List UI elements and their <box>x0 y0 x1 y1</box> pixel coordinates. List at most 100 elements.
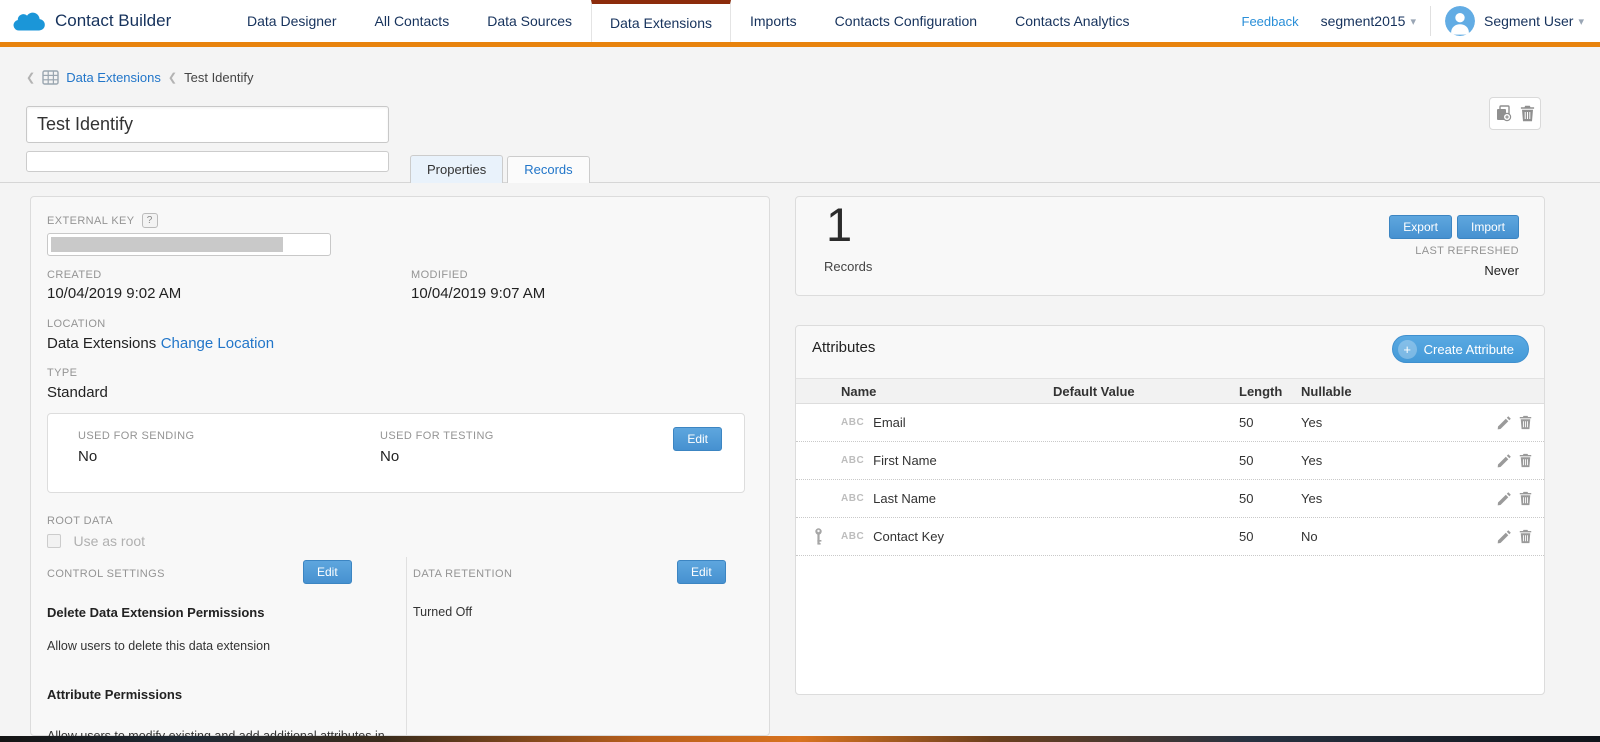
edit-attribute-button[interactable] <box>1497 529 1511 544</box>
modified-value: 10/04/2019 9:07 AM <box>411 285 545 302</box>
control-settings-edit-button[interactable]: Edit <box>303 560 352 584</box>
modified-label: MODIFIED <box>411 269 468 281</box>
account-menu[interactable]: segment2015 <box>1321 13 1406 29</box>
root-data-label: ROOT DATA <box>47 515 113 527</box>
breadcrumb-data-extensions-link[interactable]: Data Extensions <box>66 70 161 85</box>
user-avatar[interactable] <box>1445 6 1475 36</box>
text-type-icon: ABC <box>841 493 864 504</box>
feedback-link[interactable]: Feedback <box>1242 14 1299 29</box>
attribute-row[interactable]: ABC Contact Key 50 No <box>796 518 1544 556</box>
view-tabs: Properties Records <box>410 155 590 183</box>
data-retention-edit-button[interactable]: Edit <box>677 560 726 584</box>
text-type-icon: ABC <box>841 417 864 428</box>
user-menu[interactable]: Segment User <box>1484 13 1573 29</box>
caret-down-icon[interactable]: ▾ <box>1578 15 1584 28</box>
extension-description-input[interactable] <box>26 151 389 172</box>
used-for-testing-value: No <box>380 448 399 465</box>
nav-item-contacts-analytics[interactable]: Contacts Analytics <box>996 0 1148 42</box>
extension-name-input[interactable] <box>26 106 389 143</box>
use-as-root-label: Use as root <box>73 533 145 549</box>
col-default-value: Default Value <box>1053 384 1239 399</box>
col-nullable: Nullable <box>1301 384 1474 399</box>
edit-attribute-button[interactable] <box>1497 491 1511 506</box>
attribute-nullable: No <box>1301 529 1474 544</box>
location-value: Data Extensions <box>47 335 156 352</box>
delete-attribute-button[interactable] <box>1519 415 1532 430</box>
use-as-root-checkbox[interactable] <box>47 534 61 548</box>
attribute-length: 50 <box>1239 491 1301 506</box>
create-attribute-label: Create Attribute <box>1424 342 1514 357</box>
nav-item-contacts-configuration[interactable]: Contacts Configuration <box>816 0 996 42</box>
edit-attribute-button[interactable] <box>1497 415 1511 430</box>
nav-item-data-extensions[interactable]: Data Extensions <box>591 0 731 47</box>
last-refreshed-value: Never <box>1484 263 1519 278</box>
brand: Contact Builder <box>12 0 171 42</box>
attribute-name: First Name <box>873 453 937 468</box>
nav-item-all-contacts[interactable]: All Contacts <box>356 0 469 42</box>
data-retention-value: Turned Off <box>413 605 472 619</box>
external-key-input[interactable] <box>47 233 331 256</box>
nav-accent-bar <box>0 42 1600 47</box>
nav-divider <box>1430 6 1431 36</box>
trash-icon <box>1519 529 1532 544</box>
last-refreshed-label: LAST REFRESHED <box>1415 245 1519 257</box>
nav-item-data-sources[interactable]: Data Sources <box>468 0 591 42</box>
person-icon <box>1445 6 1475 36</box>
tab-records[interactable]: Records <box>507 156 589 183</box>
delete-permissions-title: Delete Data Extension Permissions <box>47 605 264 620</box>
top-nav: Contact Builder Data Designer All Contac… <box>0 0 1600 42</box>
attribute-length: 50 <box>1239 415 1301 430</box>
attribute-nullable: Yes <box>1301 453 1474 468</box>
pencil-icon <box>1497 530 1511 544</box>
created-label: CREATED <box>47 269 102 281</box>
nav-item-data-designer[interactable]: Data Designer <box>228 0 356 42</box>
trash-icon <box>1519 415 1532 430</box>
attribute-name: Contact Key <box>873 529 944 544</box>
external-key-redacted-value <box>51 237 283 252</box>
export-button[interactable]: Export <box>1389 215 1452 239</box>
data-extension-grid-icon <box>42 70 59 85</box>
trash-icon <box>1520 105 1535 122</box>
delete-attribute-button[interactable] <box>1519 453 1532 468</box>
attributes-title: Attributes <box>812 339 875 356</box>
location-label: LOCATION <box>47 318 106 330</box>
delete-permissions-desc: Allow users to delete this data extensio… <box>47 639 270 653</box>
content-divider <box>0 182 1600 183</box>
create-attribute-button[interactable]: + Create Attribute <box>1392 335 1529 363</box>
delete-button[interactable] <box>1520 105 1535 122</box>
records-actions: Export Import <box>1389 215 1519 239</box>
attribute-row[interactable]: ABC Email 50 Yes <box>796 404 1544 442</box>
properties-panel: EXTERNAL KEY ? CREATED 10/04/2019 9:02 A… <box>30 196 770 736</box>
usage-box: USED FOR SENDING No USED FOR TESTING No … <box>47 413 745 493</box>
delete-attribute-button[interactable] <box>1519 491 1532 506</box>
primary-nav: Data Designer All Contacts Data Sources … <box>228 0 1148 47</box>
import-button[interactable]: Import <box>1457 215 1519 239</box>
records-panel: 1 Records Export Import LAST REFRESHED N… <box>795 196 1545 296</box>
desktop-edge-strip <box>0 736 1600 742</box>
trash-icon <box>1519 491 1532 506</box>
attribute-row[interactable]: ABC First Name 50 Yes <box>796 442 1544 480</box>
attribute-nullable: Yes <box>1301 415 1474 430</box>
usage-edit-button[interactable]: Edit <box>673 427 722 451</box>
nav-item-imports[interactable]: Imports <box>731 0 816 42</box>
created-value: 10/04/2019 9:02 AM <box>47 285 181 302</box>
attributes-table: Name Default Value Length Nullable ABC E… <box>796 378 1544 694</box>
text-type-icon: ABC <box>841 531 864 542</box>
breadcrumb: ❮ Data Extensions ❮ Test Identify <box>26 70 253 85</box>
text-type-icon: ABC <box>841 455 864 466</box>
attribute-row[interactable]: ABC Last Name 50 Yes <box>796 480 1544 518</box>
delete-attribute-button[interactable] <box>1519 529 1532 544</box>
chevron-left-icon[interactable]: ❮ <box>26 71 35 84</box>
attributes-panel: Attributes + Create Attribute Name Defau… <box>795 325 1545 695</box>
data-retention-label: DATA RETENTION <box>413 568 512 580</box>
nav-right-cluster: Feedback segment2015 ▾ Segment User ▾ <box>1242 0 1590 42</box>
attribute-name: Last Name <box>873 491 936 506</box>
change-location-link[interactable]: Change Location <box>161 335 274 352</box>
help-icon[interactable]: ? <box>142 213 158 228</box>
caret-down-icon[interactable]: ▾ <box>1410 15 1416 28</box>
control-settings-label: CONTROL SETTINGS <box>47 568 165 580</box>
tab-properties[interactable]: Properties <box>410 155 503 183</box>
copy-button[interactable] <box>1495 105 1512 122</box>
edit-attribute-button[interactable] <box>1497 453 1511 468</box>
app-title: Contact Builder <box>55 11 171 31</box>
